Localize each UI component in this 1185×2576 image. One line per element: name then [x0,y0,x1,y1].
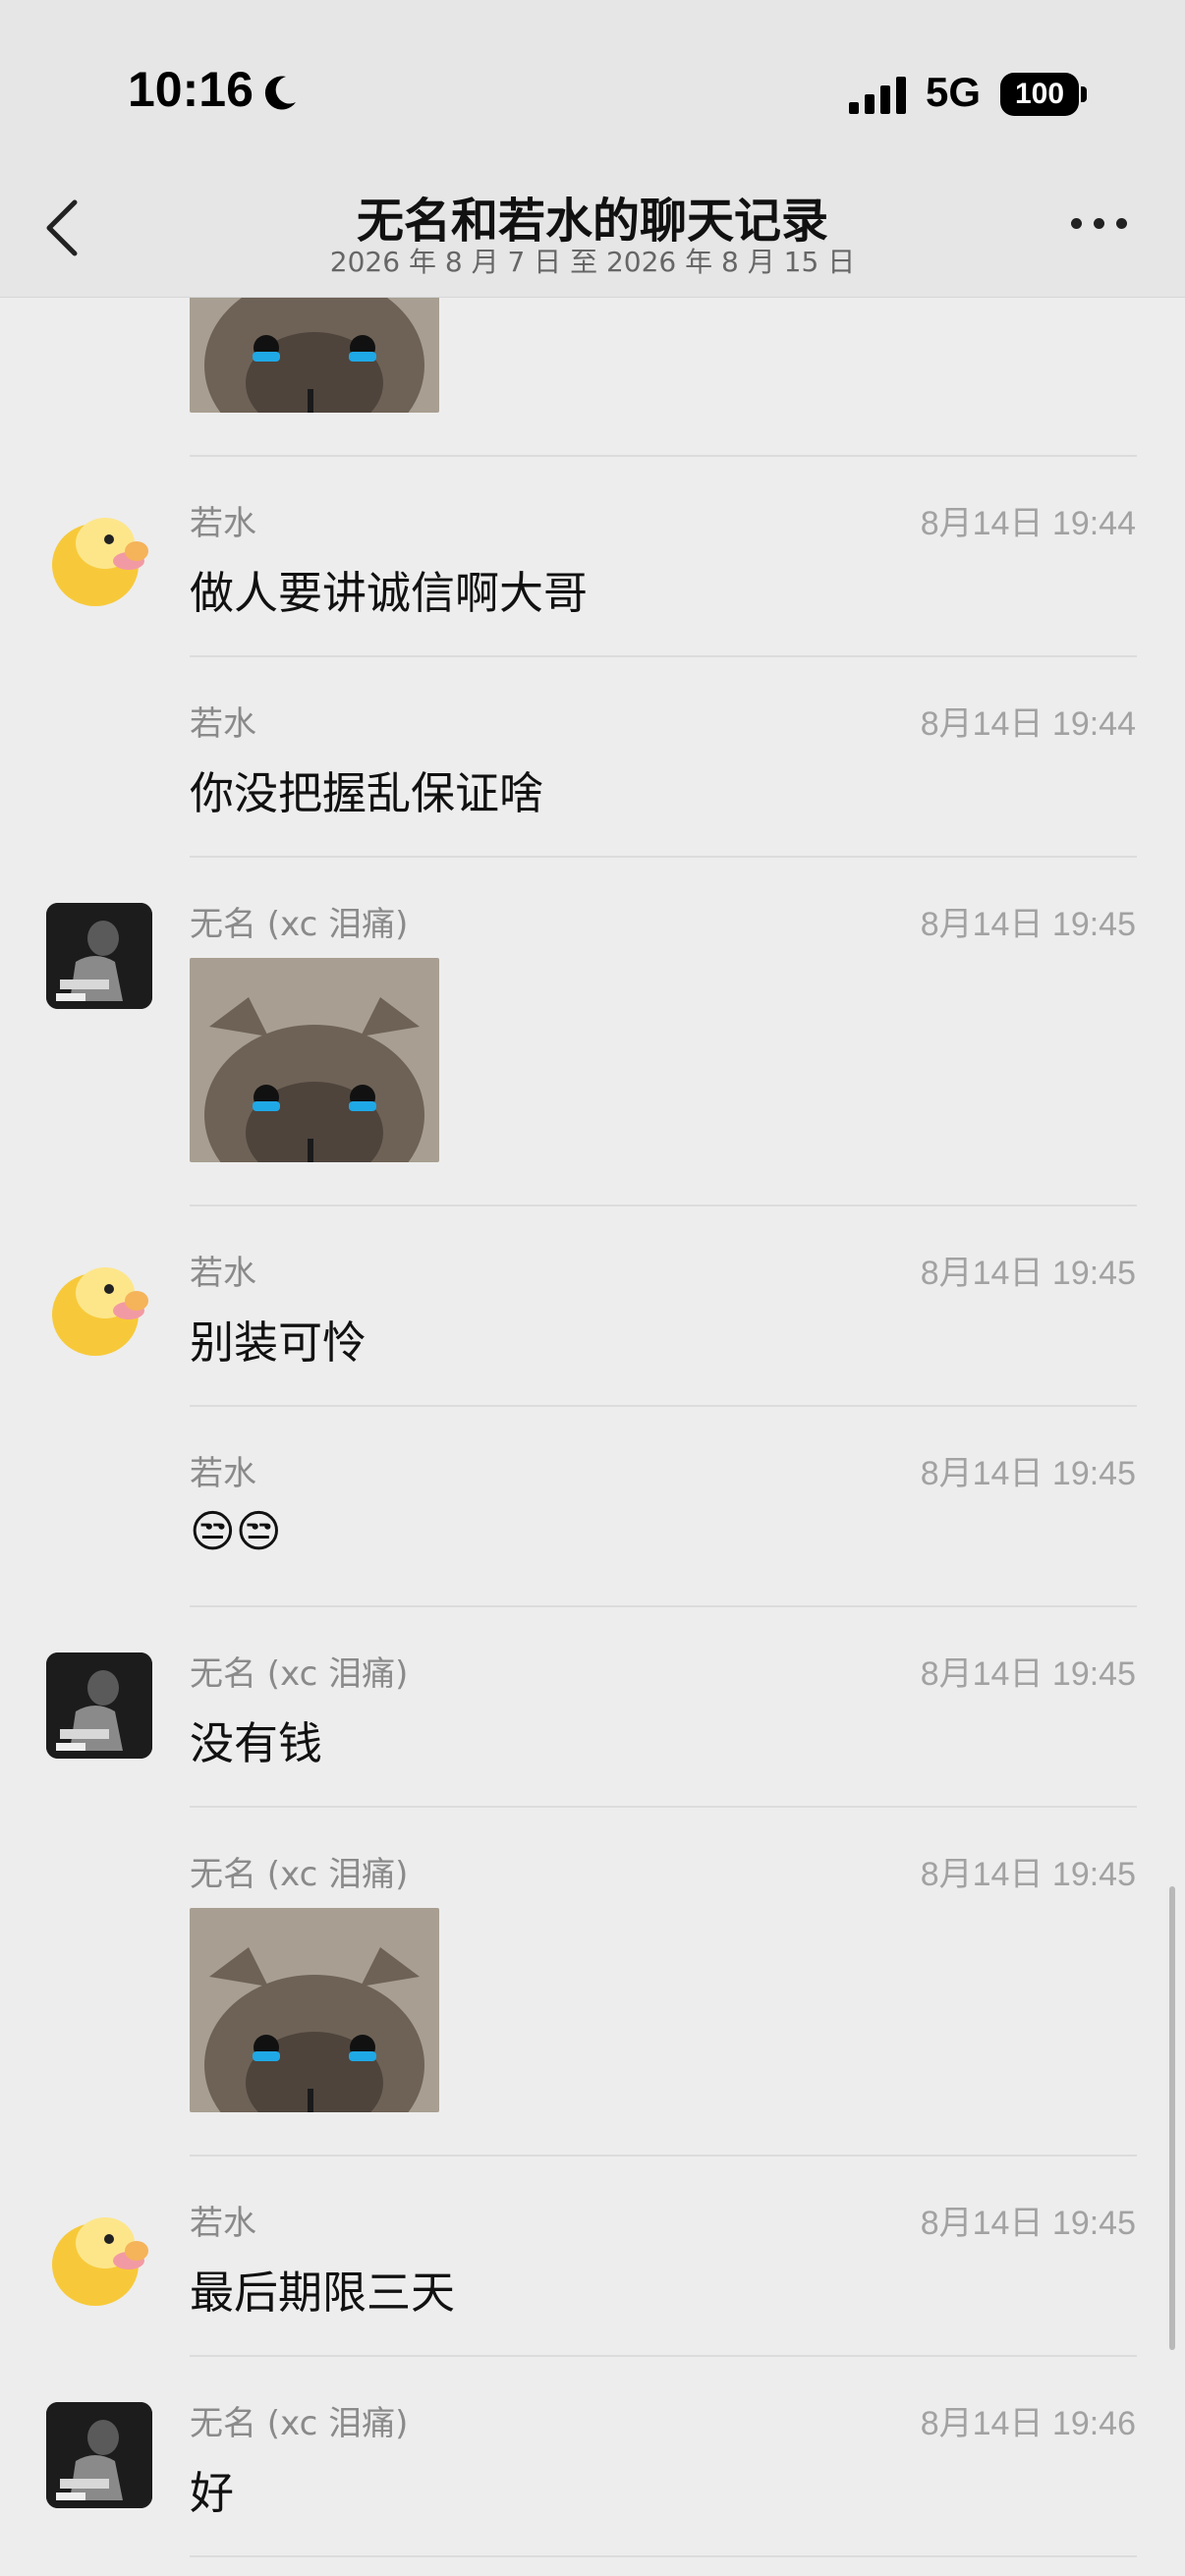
status-time: 10:16 [128,62,254,117]
chat-message: 无名 (xc 泪痛) 8月14日 19:45 没有钱 [0,1605,1185,1806]
message-text[interactable]: 你没把握乱保证啥 [190,757,543,821]
sticker-image[interactable] [190,295,439,413]
message-time: 8月14日 19:45 [920,2205,1136,2242]
message-time: 8月14日 19:45 [920,906,1136,943]
chat-message: 若水 8月14日 19:44 你没把握乱保证啥 [0,655,1185,856]
avatar[interactable] [46,903,152,1009]
date-range: 2026 年 8 月 7 日 至 2026 年 8 月 15 日 [329,246,856,278]
message-time: 8月14日 19:45 [920,1455,1136,1492]
chat-message: 若水 8月14日 19:44 做人要讲诚信啊大哥 [0,455,1185,655]
yellow-chick-avatar-icon [52,518,148,606]
message-time: 8月14日 19:46 [920,2405,1136,2442]
moon-icon [264,76,296,110]
network-label: 5G [926,69,982,115]
bw-photo-avatar-icon [46,903,152,1009]
message-text[interactable]: 别装可怜 [190,1307,367,1371]
chat-message: 无名 (xc 泪痛) 8月14日 19:46 好 [0,2355,1185,2555]
divider [190,2555,1137,2557]
bw-photo-avatar-icon [46,2402,152,2508]
message-time: 8月14日 19:44 [920,705,1136,743]
battery-indicator: 100 [1000,73,1079,116]
chat-message: 无名 (xc 泪痛) 8月14日 19:45 [0,1806,1185,2155]
crying-cat-sticker-icon [190,295,439,413]
avatar[interactable] [46,504,152,610]
sender-name: 无名 (xc 泪痛) [190,1855,409,1894]
message-text[interactable]: 没有钱 [190,1708,322,1771]
battery-tip [1081,86,1087,102]
avatar[interactable] [46,1254,152,1360]
chat-message: 若水 8月14日 19:45 最后期限三天 [0,2155,1185,2355]
bw-photo-avatar-icon [46,1652,152,1759]
message-time: 8月14日 19:45 [920,1856,1136,1893]
sender-name: 若水 [190,1454,256,1493]
sender-name: 若水 [190,504,256,543]
message-text[interactable]: 最后期限三天 [190,2257,455,2321]
yellow-chick-avatar-icon [52,1267,148,1356]
nav-header: 10:16 5G 100 无名和若水的聊天记录 2026 年 8 月 7 日 至… [0,0,1185,298]
sender-name: 若水 [190,704,256,744]
message-time: 8月14日 19:45 [920,1255,1136,1292]
chat-message: 无名 (xc 泪痛) 8月14日 19:45 [0,856,1185,1204]
more-dots-icon[interactable] [1071,218,1130,238]
chat-message: 若水 8月14日 19:45 😒😒 [0,1405,1185,1605]
sender-name: 无名 (xc 泪痛) [190,905,409,944]
sender-name: 无名 (xc 泪痛) [190,2404,409,2443]
message-time: 8月14日 19:45 [920,1655,1136,1693]
sticker-image[interactable] [190,1908,439,2112]
chat-message: 若水 8月14日 19:45 别装可怜 [0,1204,1185,1405]
message-text[interactable]: 😒😒 [190,1505,282,1557]
scrollbar[interactable] [1169,1886,1175,2350]
avatar[interactable] [46,1652,152,1759]
message-time: 8月14日 19:44 [920,505,1136,542]
crying-cat-sticker-icon [190,1908,439,2112]
sender-name: 若水 [190,1254,256,1293]
sender-name: 无名 (xc 泪痛) [190,1654,409,1694]
sender-name: 若水 [190,2204,256,2243]
yellow-chick-avatar-icon [52,2217,148,2306]
message-text[interactable]: 好 [190,2457,234,2521]
signal-icon [849,77,906,114]
avatar[interactable] [46,2204,152,2310]
message-text[interactable]: 做人要讲诚信啊大哥 [190,557,588,621]
crying-cat-sticker-icon [190,958,439,1162]
avatar[interactable] [46,2402,152,2508]
sticker-image[interactable] [190,958,439,1162]
